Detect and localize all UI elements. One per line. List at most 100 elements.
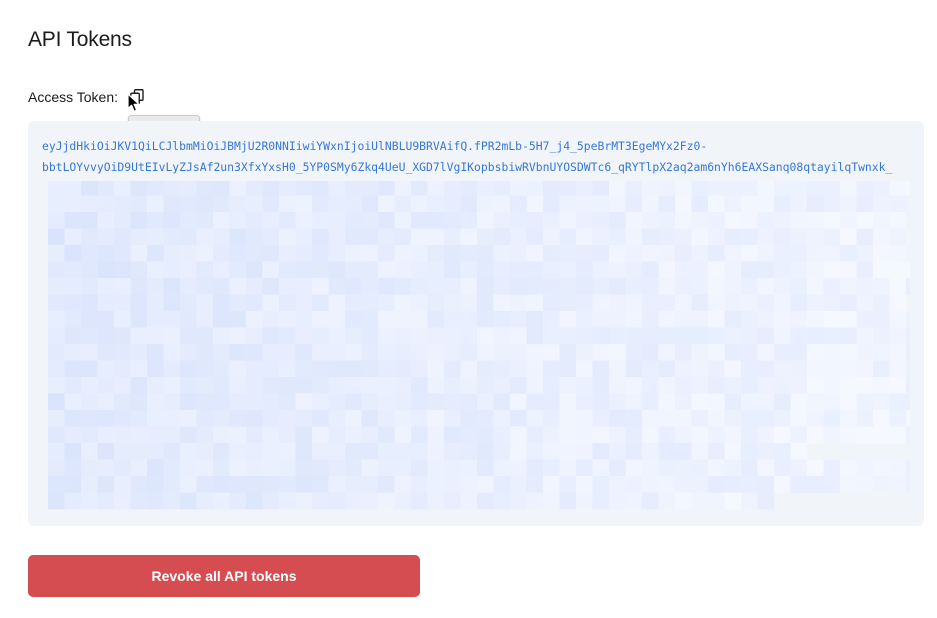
redaction-pixel: [675, 294, 692, 312]
redaction-pixel: [576, 327, 593, 345]
redaction-pixel: [394, 261, 412, 279]
redaction-pixel: [493, 459, 511, 477]
redaction-pixel: [196, 294, 214, 312]
redaction-pixel: [196, 245, 214, 262]
redaction-pixel: [625, 311, 643, 328]
redaction-pixel: [279, 377, 296, 394]
redaction-pixel: [592, 245, 610, 262]
redaction-pixel: [642, 278, 659, 295]
redaction-pixel: [262, 459, 280, 477]
redaction-pixel: [229, 195, 247, 213]
redaction-pixel: [889, 377, 907, 394]
redaction-pixel: [790, 410, 808, 427]
redaction-pixel: [609, 311, 626, 328]
redaction-pixel: [592, 360, 610, 378]
redaction-pixel: [394, 360, 412, 378]
redaction-pixel: [411, 393, 428, 411]
redaction-pixel: [378, 212, 395, 229]
redaction-pixel: [246, 492, 263, 510]
redaction-pixel: [477, 245, 494, 262]
revoke-all-tokens-button[interactable]: Revoke all API tokens: [28, 555, 420, 597]
redaction-pixel: [625, 426, 643, 444]
redaction-pixel: [460, 426, 478, 444]
redaction-pixel: [510, 311, 527, 328]
redaction-pixel: [724, 377, 742, 394]
redaction-pixel: [312, 327, 329, 345]
redaction-pixel: [592, 426, 610, 444]
redaction-pixel: [180, 195, 197, 213]
redaction-pixel: [856, 393, 874, 411]
redaction-pixel: [196, 459, 214, 477]
redaction-pixel: [378, 261, 395, 279]
redaction-pixel: [147, 195, 164, 213]
redaction-pixel: [64, 212, 82, 229]
redaction-pixel: [130, 261, 148, 279]
redaction-pixel: [130, 181, 148, 198]
redaction-pixel: [81, 476, 98, 493]
access-token-box[interactable]: eyJjdHkiOiJKV1QiLCJlbmMiOiJBMjU2R0NNIiwi…: [28, 121, 924, 526]
redaction-pixel: [658, 344, 676, 361]
redaction-pixel: [510, 360, 527, 378]
redaction-pixel: [246, 459, 263, 477]
redaction-pixel: [97, 278, 115, 295]
redaction-pixel: [675, 261, 692, 279]
redaction-pixel: [675, 476, 692, 493]
redaction-pixel: [559, 228, 577, 246]
redaction-pixel: [48, 344, 65, 361]
redaction-pixel: [295, 344, 313, 361]
redaction-pixel: [64, 261, 82, 279]
redaction-pixel: [130, 459, 148, 477]
redaction-pixel: [147, 393, 164, 411]
redaction-pixel: [361, 476, 379, 493]
redaction-pixel: [708, 294, 725, 312]
redaction-pixel: [576, 261, 593, 279]
redaction-pixel: [279, 181, 296, 198]
redaction-pixel: [81, 212, 98, 229]
redaction-pixel: [658, 443, 676, 460]
redaction-pixel: [807, 327, 824, 345]
redaction-pixel: [378, 228, 395, 246]
redaction-pixel: [460, 327, 478, 345]
redaction-pixel: [526, 195, 544, 213]
redaction-pixel: [708, 410, 725, 427]
redaction-pixel: [559, 476, 577, 493]
access-token-label: Access Token:: [28, 89, 119, 105]
redaction-pixel: [229, 410, 247, 427]
redaction-pixel: [213, 344, 230, 361]
redaction-pixel: [889, 393, 907, 411]
redaction-pixel: [592, 443, 610, 460]
redaction-pixel: [361, 393, 379, 411]
redaction-pixel: [427, 443, 445, 460]
redaction-pixel: [345, 393, 362, 411]
redaction-pixel: [543, 476, 560, 493]
redaction-pixel: [427, 245, 445, 262]
redaction-pixel: [163, 294, 181, 312]
redaction-pixel: [394, 181, 412, 198]
redaction-pixel: [889, 410, 907, 427]
redaction-pixel: [757, 278, 775, 295]
redaction-pixel: [378, 327, 395, 345]
redaction-pixel: [427, 459, 445, 477]
redaction-pixel: [328, 228, 346, 246]
redaction-pixel: [889, 278, 907, 295]
redaction-pixel: [873, 294, 890, 312]
redaction-pixel: [114, 245, 131, 262]
redaction-pixel: [48, 327, 65, 345]
redaction-pixel: [889, 212, 907, 229]
redaction-pixel: [526, 261, 544, 279]
redaction-pixel: [724, 410, 742, 427]
redaction-pixel: [81, 410, 98, 427]
redaction-pixel: [97, 492, 115, 510]
redaction-pixel: [741, 181, 758, 198]
redaction-pixel: [675, 245, 692, 262]
redaction-pixel: [675, 426, 692, 444]
redaction-pixel: [48, 195, 65, 213]
redaction-pixel: [361, 360, 379, 378]
redaction-pixel: [460, 195, 478, 213]
redaction-pixel: [625, 344, 643, 361]
redaction-pixel: [873, 261, 890, 279]
redaction-pixel: [279, 228, 296, 246]
redaction-pixel: [559, 278, 577, 295]
redaction-pixel: [147, 476, 164, 493]
redaction-pixel: [592, 476, 610, 493]
